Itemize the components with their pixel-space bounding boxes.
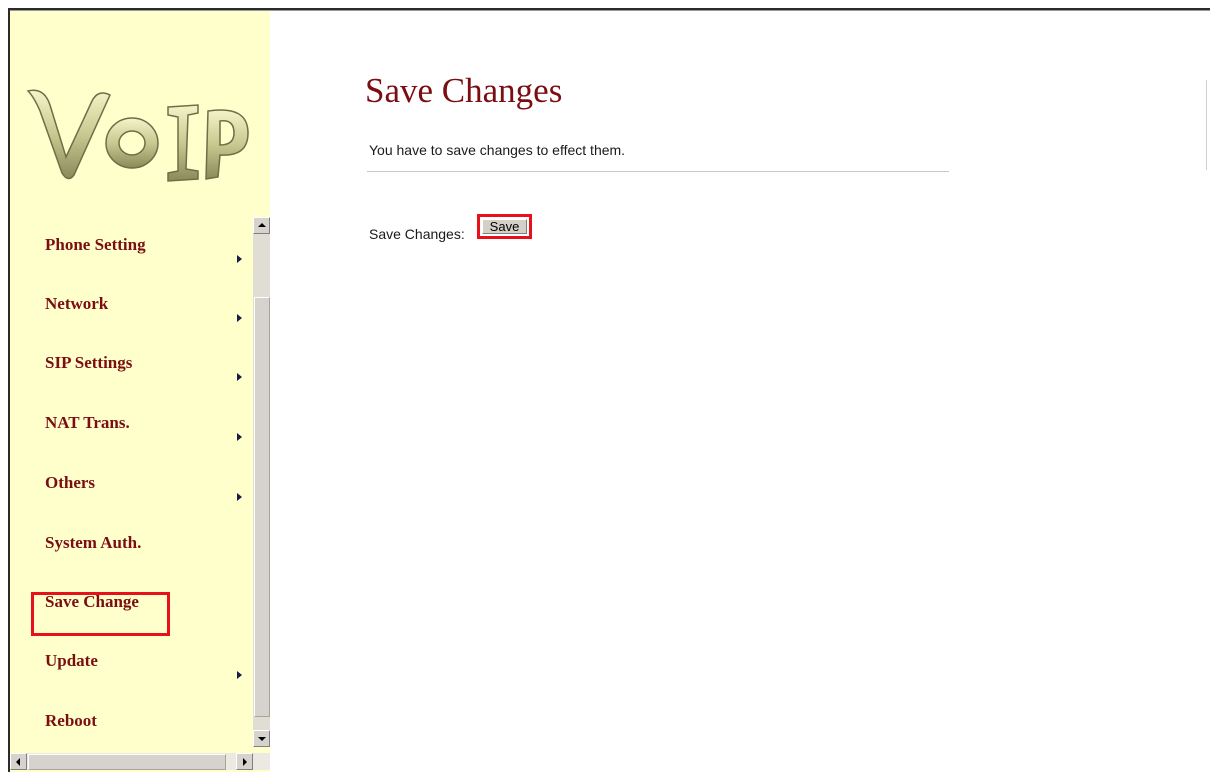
sidebar-item-label: Network [45, 294, 109, 313]
submenu-arrow-icon [237, 493, 242, 501]
sidebar-item-label: SIP Settings [45, 353, 133, 372]
sidebar-item-label: Reboot [45, 711, 97, 730]
page-title: Save Changes [365, 71, 563, 110]
sidebar-item-others[interactable]: Others [30, 457, 250, 501]
sidebar-item-reboot[interactable]: Reboot [30, 695, 250, 737]
voip-logo [26, 89, 249, 182]
save-button[interactable]: Save [482, 219, 527, 234]
arrow-right-icon [243, 758, 247, 766]
submenu-arrow-icon [237, 255, 242, 263]
sidebar-item-label: System Auth. [45, 533, 142, 552]
arrow-up-icon [258, 223, 266, 227]
scroll-down-button[interactable] [253, 730, 270, 747]
submenu-arrow-icon [237, 433, 242, 441]
sidebar-horizontal-scrollbar[interactable] [10, 753, 253, 770]
save-button-highlight: Save [477, 214, 532, 239]
sidebar-item-phone-setting[interactable]: Phone Setting [30, 219, 250, 263]
arrow-left-icon [16, 758, 20, 766]
sidebar-item-label: Update [45, 651, 98, 670]
scrollbar-thumb[interactable] [28, 754, 226, 770]
scroll-up-button[interactable] [253, 217, 270, 234]
sidebar-item-label: NAT Trans. [45, 413, 130, 432]
scrollbar-corner [253, 753, 270, 770]
browser-frame: Phone Setting Network SIP Settings NAT T… [0, 0, 1210, 772]
scroll-right-button[interactable] [236, 753, 253, 770]
frame-right-edge [1206, 80, 1207, 170]
submenu-arrow-icon [237, 671, 242, 679]
arrow-down-icon [258, 737, 266, 741]
scroll-left-button[interactable] [10, 753, 27, 770]
divider [367, 171, 949, 172]
sidebar-item-nat-trans[interactable]: NAT Trans. [30, 397, 250, 441]
sidebar-item-update[interactable]: Update [30, 635, 250, 679]
submenu-arrow-icon [237, 314, 242, 322]
sidebar-item-sip-settings[interactable]: SIP Settings [30, 337, 250, 381]
sidebar-vertical-scrollbar[interactable] [253, 217, 270, 747]
submenu-arrow-icon [237, 373, 242, 381]
sidebar: Phone Setting Network SIP Settings NAT T… [10, 11, 270, 772]
sidebar-item-label: Phone Setting [45, 235, 146, 254]
sidebar-item-system-auth[interactable]: System Auth. [30, 517, 250, 559]
page-description: You have to save changes to effect them. [369, 142, 626, 158]
sidebar-item-network[interactable]: Network [30, 278, 250, 322]
save-change-highlight [31, 592, 170, 636]
main-content: Save Changes You have to save changes to… [270, 11, 1210, 772]
save-changes-label: Save Changes: [369, 226, 465, 242]
scrollbar-thumb[interactable] [254, 297, 270, 717]
sidebar-item-label: Others [45, 473, 96, 492]
